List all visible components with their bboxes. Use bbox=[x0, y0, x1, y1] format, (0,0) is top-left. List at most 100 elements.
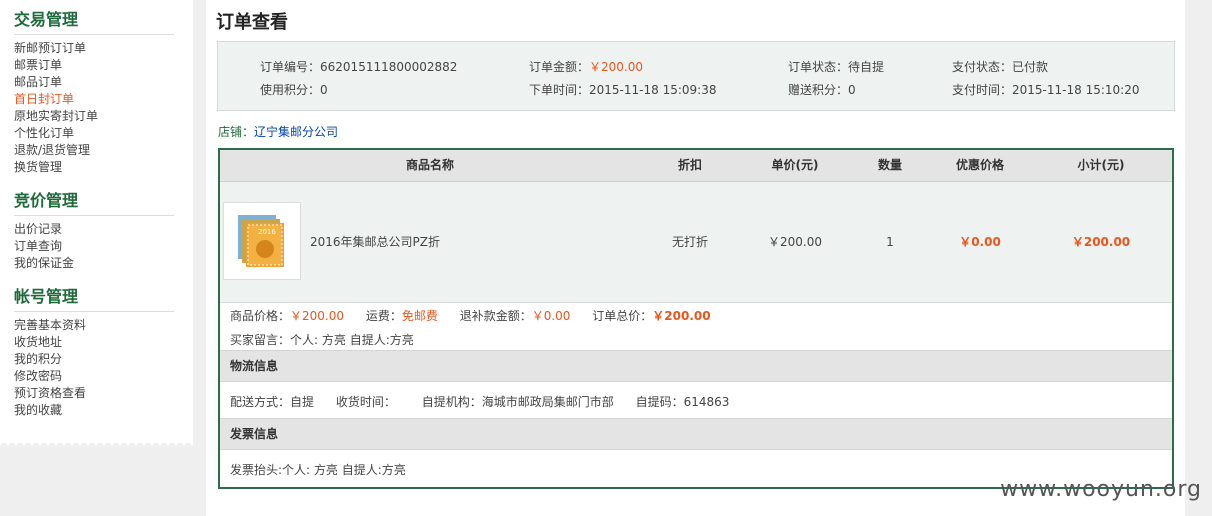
sidebar-item-bid-records[interactable]: 出价记录 bbox=[14, 221, 174, 238]
order-status-value: 待自提 bbox=[848, 60, 885, 74]
pickup-org-label: 自提机构： bbox=[421, 395, 482, 409]
sidebar-item-exchange[interactable]: 换货管理 bbox=[14, 159, 174, 176]
product-unit-price: ￥200.00 bbox=[768, 235, 822, 249]
stamp-year-text: 2016 bbox=[258, 228, 276, 236]
pay-status: 支付状态：已付款 bbox=[952, 58, 1048, 75]
sidebar-section-title: 帐号管理 bbox=[14, 287, 174, 312]
product-name[interactable]: 2016年集邮总公司PZ折 bbox=[310, 182, 440, 302]
order-amount-label: 订单金额： bbox=[529, 60, 590, 74]
pay-status-value: 已付款 bbox=[1012, 60, 1049, 74]
refund-value: ￥0.00 bbox=[531, 309, 571, 323]
col-header-discount: 折扣 bbox=[677, 158, 702, 172]
receive-time-label: 收货时间： bbox=[335, 395, 396, 409]
sidebar-perforated-edge bbox=[0, 438, 193, 446]
product-promo-price: ￥0.00 bbox=[959, 235, 1001, 249]
points-gift-value: 0 bbox=[848, 83, 856, 97]
goods-price-value: ￥200.00 bbox=[290, 309, 345, 323]
invoice-line: 发票抬头:个人: 方亮 自提人:方亮 bbox=[230, 461, 406, 478]
order-total-label: 订单总价： bbox=[592, 309, 653, 323]
refund-label: 退补款金额： bbox=[459, 309, 532, 323]
totals-line: 商品价格：￥200.00 运费：免邮费 退补款金额：￥0.00 订单总价：￥20… bbox=[230, 307, 711, 324]
page-title: 订单查看 bbox=[216, 12, 288, 33]
sidebar-item-preorder-eligibility[interactable]: 预订资格查看 bbox=[14, 385, 174, 402]
order-status: 订单状态：待自提 bbox=[788, 58, 884, 75]
points-used-label: 使用积分： bbox=[260, 83, 321, 97]
invoice-title: 发票信息 bbox=[230, 427, 279, 441]
order-amount: 订单金额：￥200.00 bbox=[529, 58, 643, 75]
col-header-unit-price: 单价(元) bbox=[771, 158, 819, 172]
sidebar-item-new-stamp-preorder[interactable]: 新邮预订订单 bbox=[14, 40, 174, 57]
buyer-message-label: 买家留言： bbox=[230, 333, 291, 347]
pickup-org-value: 海城市邮政局集邮门市部 bbox=[481, 395, 614, 409]
product-thumbnail[interactable]: 2016 bbox=[223, 202, 301, 280]
sidebar: 交易管理 新邮预订订单 邮票订单 邮品订单 首日封订单 原地实寄封订单 个性化订… bbox=[0, 0, 193, 438]
order-time: 下单时间：2015-11-18 15:09:38 bbox=[529, 81, 716, 98]
sidebar-item-password[interactable]: 修改密码 bbox=[14, 368, 174, 385]
pay-time-value: 2015-11-18 15:10:20 bbox=[1012, 83, 1140, 97]
col-header-subtotal: 小计(元) bbox=[1077, 158, 1125, 172]
points-gift: 赠送积分：0 bbox=[788, 81, 856, 98]
sidebar-item-order-query[interactable]: 订单查询 bbox=[14, 238, 174, 255]
shipping-value: 免邮费 bbox=[401, 309, 438, 323]
sidebar-section-title: 竞价管理 bbox=[14, 191, 174, 216]
invoice-header: 发票信息 bbox=[220, 418, 1172, 450]
delivery-method-label: 配送方式： bbox=[230, 395, 291, 409]
pickup-code-value: 614863 bbox=[683, 395, 730, 409]
sidebar-item-address[interactable]: 收货地址 bbox=[14, 334, 174, 351]
order-total-value: ￥200.00 bbox=[652, 309, 711, 323]
order-time-value: 2015-11-18 15:09:38 bbox=[589, 83, 717, 97]
order-amount-value: ￥200.00 bbox=[589, 60, 644, 74]
invoice-text: 个人: 方亮 自提人:方亮 bbox=[282, 463, 406, 477]
product-discount: 无打折 bbox=[671, 235, 708, 249]
order-summary: 订单编号：662015111800002882 订单金额：￥200.00 订单状… bbox=[217, 41, 1175, 111]
points-used: 使用积分：0 bbox=[260, 81, 328, 98]
shop-label: 店铺： bbox=[218, 125, 255, 139]
col-header-promo-price: 优惠价格 bbox=[955, 158, 1004, 172]
sidebar-item-profile[interactable]: 完善基本资料 bbox=[14, 317, 174, 334]
points-gift-label: 赠送积分： bbox=[788, 83, 849, 97]
shipping-label: 运费： bbox=[365, 309, 402, 323]
sidebar-item-custom-orders[interactable]: 个性化订单 bbox=[14, 125, 174, 142]
main-content: 订单查看 订单编号：662015111800002882 订单金额：￥200.0… bbox=[206, 0, 1185, 516]
product-qty: 1 bbox=[886, 235, 894, 249]
pay-time-label: 支付时间： bbox=[952, 83, 1013, 97]
pay-status-label: 支付状态： bbox=[952, 60, 1013, 74]
goods-price-label: 商品价格： bbox=[230, 309, 291, 323]
sidebar-section-trade: 交易管理 新邮预订订单 邮票订单 邮品订单 首日封订单 原地实寄封订单 个性化订… bbox=[14, 10, 174, 176]
shop-line: 店铺：辽宁集邮分公司 bbox=[218, 123, 338, 140]
order-number-label: 订单编号： bbox=[260, 60, 321, 74]
logistics-header: 物流信息 bbox=[220, 350, 1172, 382]
sidebar-item-deposit[interactable]: 我的保证金 bbox=[14, 255, 174, 272]
col-header-product: 商品名称 bbox=[405, 158, 454, 172]
order-time-label: 下单时间： bbox=[529, 83, 590, 97]
sidebar-section-account: 帐号管理 完善基本资料 收货地址 我的积分 修改密码 预订资格查看 我的收藏 bbox=[14, 287, 174, 419]
sidebar-section-bidding: 竞价管理 出价记录 订单查询 我的保证金 bbox=[14, 191, 174, 272]
sidebar-item-points[interactable]: 我的积分 bbox=[14, 351, 174, 368]
pickup-code-label: 自提码： bbox=[635, 395, 684, 409]
logistics-line: 配送方式：自提 收货时间： 自提机构：海城市邮政局集邮门市部 自提码：61486… bbox=[230, 393, 729, 410]
pay-time: 支付时间：2015-11-18 15:10:20 bbox=[952, 81, 1139, 98]
watermark: www.wooyun.org bbox=[1000, 477, 1202, 502]
sidebar-item-refund-return[interactable]: 退款/退货管理 bbox=[14, 142, 174, 159]
buyer-message-text: 个人: 方亮 自提人:方亮 bbox=[290, 333, 414, 347]
sidebar-item-philatelic-orders[interactable]: 邮品订单 bbox=[14, 74, 174, 91]
order-number: 订单编号：662015111800002882 bbox=[260, 58, 457, 75]
table-row: 2016 2016年集邮总公司PZ折 无打折 ￥200.00 1 ￥0.00 ￥… bbox=[220, 182, 1172, 303]
product-subtotal: ￥200.00 bbox=[1071, 235, 1131, 249]
shop-link[interactable]: 辽宁集邮分公司 bbox=[254, 125, 338, 139]
sidebar-section-title: 交易管理 bbox=[14, 10, 174, 35]
sidebar-item-first-day-cover-orders[interactable]: 首日封订单 bbox=[14, 91, 174, 108]
sidebar-item-local-cover-orders[interactable]: 原地实寄封订单 bbox=[14, 108, 174, 125]
col-header-qty: 数量 bbox=[877, 158, 902, 172]
points-used-value: 0 bbox=[320, 83, 328, 97]
sidebar-item-favorites[interactable]: 我的收藏 bbox=[14, 402, 174, 419]
order-status-label: 订单状态： bbox=[788, 60, 849, 74]
sidebar-item-stamp-orders[interactable]: 邮票订单 bbox=[14, 57, 174, 74]
stamp-image-icon: 2016 bbox=[238, 215, 284, 267]
order-detail-box: 商品名称 折扣 单价(元) 数量 优惠价格 小计(元) 2016 2016年集邮… bbox=[218, 148, 1174, 489]
invoice-label: 发票抬头: bbox=[230, 463, 283, 477]
order-number-value: 662015111800002882 bbox=[320, 60, 458, 74]
table-header: 商品名称 折扣 单价(元) 数量 优惠价格 小计(元) bbox=[220, 150, 1172, 182]
logistics-title: 物流信息 bbox=[230, 359, 279, 373]
delivery-method-value: 自提 bbox=[290, 395, 315, 409]
